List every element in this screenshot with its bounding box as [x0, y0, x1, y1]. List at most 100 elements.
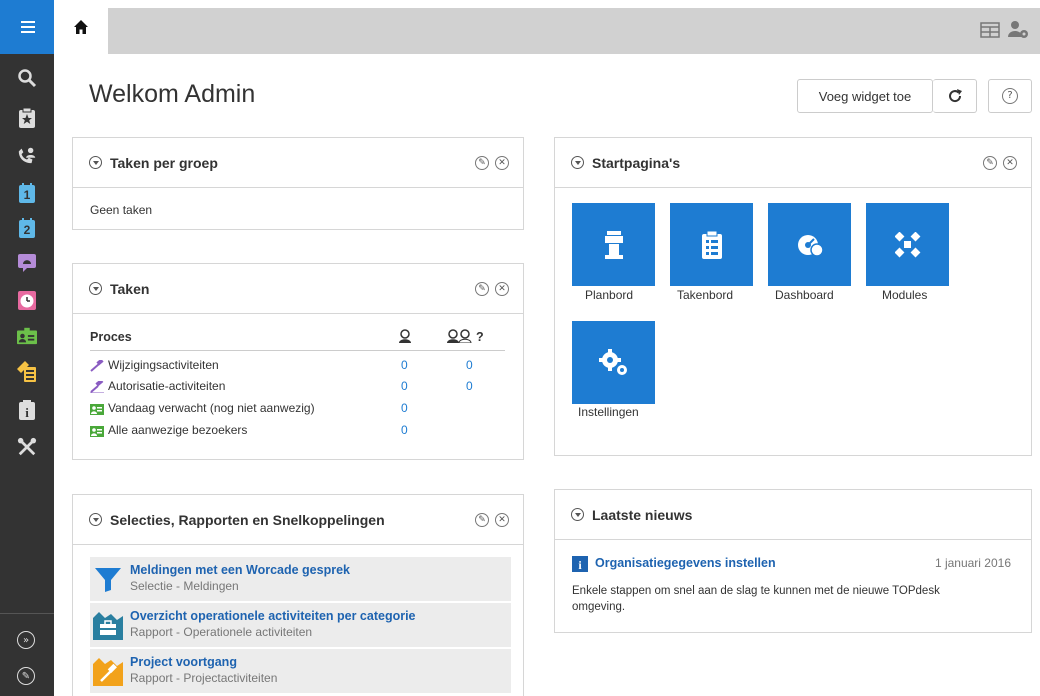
visitor-icon	[90, 404, 104, 415]
widget-header: Taken	[73, 264, 523, 314]
tab-bar	[54, 8, 1040, 54]
add-widget-button[interactable]: Voeg widget toe	[797, 79, 933, 113]
tile-planbord[interactable]	[572, 203, 655, 286]
tile-modules[interactable]	[866, 203, 949, 286]
home-tab[interactable]	[54, 0, 108, 54]
widget-startpaginas: Startpagina's ✎ ✕ Planbord Takenbord Das…	[554, 137, 1032, 456]
assigned-me-icon	[398, 329, 412, 346]
modules-icon	[894, 231, 920, 257]
count-group[interactable]: 0	[466, 358, 473, 372]
sidebar: 1 2 i » ✎	[0, 0, 54, 696]
item-title[interactable]: Overzicht operationele activiteiten per …	[130, 609, 416, 623]
search-icon[interactable]	[17, 68, 37, 88]
collapse-icon[interactable]	[89, 513, 102, 526]
chart-hammer-icon	[93, 658, 123, 686]
count-group[interactable]: 0	[466, 379, 473, 393]
gavel-icon	[90, 381, 104, 393]
tile-label: Takenbord	[677, 288, 734, 302]
widget-title: Laatste nieuws	[592, 506, 693, 523]
asset-tag-icon[interactable]	[17, 361, 37, 382]
edit-icon[interactable]: ✎	[17, 667, 35, 685]
collapse-icon[interactable]	[571, 156, 584, 169]
help-button[interactable]: ?	[988, 79, 1032, 113]
chart-toolbox-icon	[93, 612, 123, 640]
item-title[interactable]: Project voortgang	[130, 655, 237, 669]
clipboard-icon	[701, 230, 722, 259]
speech-bubble-icon[interactable]	[17, 253, 37, 273]
row-label[interactable]: Autorisatie-activiteiten	[108, 379, 225, 393]
list-item[interactable]: Meldingen met een Worcade gesprek Select…	[90, 557, 511, 602]
widget-header: Selecties, Rapporten en Snelkoppelingen	[73, 495, 523, 545]
collapse-icon[interactable]	[571, 508, 584, 521]
list-item[interactable]: Project voortgang Rapport - Projectactiv…	[90, 649, 511, 694]
item-subtitle: Rapport - Operationele activiteiten	[130, 625, 313, 639]
close-widget-icon[interactable]: ✕	[495, 282, 509, 296]
svg-text:2: 2	[24, 223, 31, 237]
close-widget-icon[interactable]: ✕	[1003, 156, 1017, 170]
gears-icon	[598, 348, 627, 375]
widget-title: Taken	[110, 280, 150, 297]
count-assigned[interactable]: 0	[401, 423, 408, 437]
news-info-icon: i	[572, 556, 588, 572]
widget-header: Startpagina's	[555, 138, 1031, 188]
row-label[interactable]: Wijzigingsactiviteiten	[108, 358, 219, 372]
menu-button[interactable]	[0, 0, 54, 54]
list-item[interactable]: Overzicht operationele activiteiten per …	[90, 603, 511, 648]
gauge-icon	[797, 234, 824, 257]
svg-text:i: i	[25, 405, 29, 420]
tools-icon[interactable]	[17, 437, 37, 457]
count-assigned[interactable]: 0	[401, 358, 408, 372]
tile-dashboard[interactable]	[768, 203, 851, 286]
tile-label: Instellingen	[578, 405, 639, 419]
edit-widget-icon[interactable]: ✎	[475, 156, 489, 170]
home-icon	[74, 20, 88, 34]
expand-icon[interactable]: »	[17, 631, 35, 649]
item-subtitle: Rapport - Projectactiviteiten	[130, 671, 278, 685]
hammer-icon	[90, 360, 104, 372]
sidebar-divider	[0, 613, 54, 614]
tile-label: Dashboard	[775, 288, 834, 302]
widget-title: Selecties, Rapporten en Snelkoppelingen	[110, 511, 385, 528]
edit-widget-icon[interactable]: ✎	[983, 156, 997, 170]
svg-text:1: 1	[24, 188, 31, 202]
news-title[interactable]: Organisatiegegevens instellen	[595, 556, 776, 570]
widget-taken-per-groep: Taken per groep ✎ ✕ Geen taken	[72, 137, 524, 230]
clipboard-star-icon[interactable]	[17, 108, 37, 128]
help-icon: ?	[1002, 88, 1018, 104]
item-subtitle: Selectie - Meldingen	[130, 579, 239, 593]
close-widget-icon[interactable]: ✕	[495, 513, 509, 527]
page-title: Welkom Admin	[89, 80, 256, 108]
tile-label: Planbord	[585, 288, 634, 302]
col-process: Proces	[90, 330, 132, 344]
phone-user-icon[interactable]	[17, 145, 37, 165]
collapse-icon[interactable]	[89, 156, 102, 169]
edit-widget-icon[interactable]: ✎	[475, 282, 489, 296]
edit-widget-icon[interactable]: ✎	[475, 513, 489, 527]
table-header-divider	[90, 350, 505, 351]
count-assigned[interactable]: 0	[401, 401, 408, 415]
count-assigned[interactable]: 0	[401, 379, 408, 393]
filter-icon	[95, 568, 121, 592]
refresh-button[interactable]	[933, 79, 977, 113]
unassigned-symbol: ?	[476, 330, 484, 344]
collapse-icon[interactable]	[89, 282, 102, 295]
tile-takenbord[interactable]	[670, 203, 753, 286]
calendar-1-icon[interactable]: 1	[17, 183, 37, 203]
clock-icon[interactable]	[17, 290, 37, 310]
layout-icon[interactable]	[980, 22, 1000, 43]
row-label[interactable]: Alle aanwezige bezoekers	[108, 423, 247, 437]
visitor-icon	[90, 426, 104, 437]
news-text: Enkele stappen om snel aan de slag te ku…	[572, 585, 940, 613]
close-widget-icon[interactable]: ✕	[495, 156, 509, 170]
item-title[interactable]: Meldingen met een Worcade gesprek	[130, 563, 350, 577]
row-label[interactable]: Vandaag verwacht (nog niet aanwezig)	[108, 401, 315, 415]
refresh-icon	[948, 89, 962, 103]
widget-nieuws: Laatste nieuws i Organisatiegegevens ins…	[554, 489, 1032, 633]
news-date: 1 januari 2016	[934, 556, 1011, 570]
info-icon[interactable]: i	[17, 400, 37, 420]
calendar-2-icon[interactable]: 2	[17, 218, 37, 238]
widget-title: Taken per groep	[110, 154, 218, 171]
user-settings-icon[interactable]	[1008, 20, 1030, 45]
tile-instellingen[interactable]	[572, 321, 655, 404]
visitor-badge-icon[interactable]	[17, 326, 37, 346]
